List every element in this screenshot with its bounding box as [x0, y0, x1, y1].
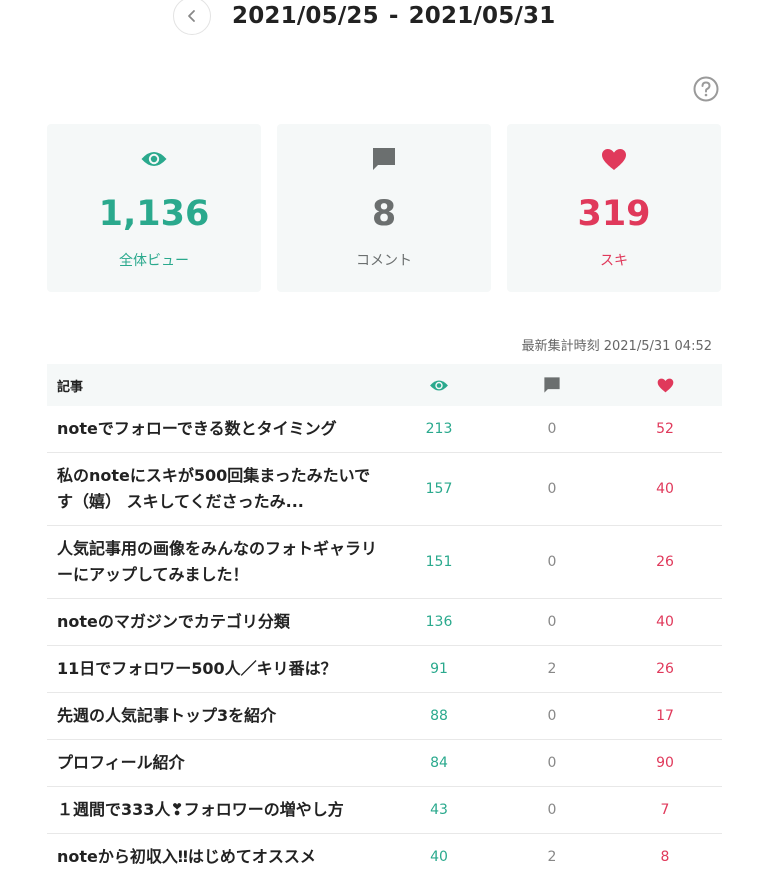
row-comments: 0: [547, 755, 557, 771]
likes-label: スキ: [600, 253, 628, 269]
row-likes: 52: [656, 421, 674, 437]
row-views: 84: [430, 755, 448, 771]
table-header: 記事: [47, 364, 722, 406]
table-row: noteのマガジンでカテゴリ分類 136 0 40: [47, 599, 722, 646]
row-views: 157: [425, 481, 453, 497]
views-card: 1,136 全体ビュー: [47, 124, 261, 292]
row-likes: 26: [656, 661, 674, 677]
help-button[interactable]: [693, 76, 719, 102]
article-title-link[interactable]: １週間で333人❣フォロワーの増やし方: [57, 797, 382, 823]
article-title-link[interactable]: noteから初収入‼はじめてオススメ: [57, 844, 382, 870]
row-comments: 0: [547, 481, 557, 497]
help-icon: [693, 76, 719, 102]
article-title-link[interactable]: noteのマガジンでカテゴリ分類: [57, 609, 382, 635]
table-row: 私のnoteにスキが500回集まったみたいです（嬉） スキしてくださったみ...…: [47, 453, 722, 526]
heart-icon: [602, 148, 626, 170]
comment-icon: [544, 377, 560, 393]
row-comments: 0: [547, 708, 557, 724]
table-row: noteでフォローできる数とタイミング 213 0 52: [47, 406, 722, 453]
table-row: １週間で333人❣フォロワーの増やし方 43 0 7: [47, 787, 722, 834]
article-title-link[interactable]: 先週の人気記事トップ3を紹介: [57, 703, 382, 729]
row-views: 88: [430, 708, 448, 724]
date-header: 2021/05/25-2021/05/31: [0, 0, 767, 40]
table-row: noteから初収入‼はじめてオススメ 40 2 8: [47, 834, 722, 879]
article-stats-table: 記事 noteでフォローできる数とタイミング 213 0 52 私のnoteにス…: [47, 364, 722, 879]
row-views: 91: [430, 661, 448, 677]
start-date: 2021/05/25: [232, 3, 379, 29]
article-column-header: 記事: [57, 380, 84, 395]
views-total: 1,136: [98, 194, 210, 234]
comments-card: 8 コメント: [277, 124, 491, 292]
article-title-link[interactable]: noteでフォローできる数とタイミング: [57, 416, 382, 442]
row-likes: 40: [656, 614, 674, 630]
row-likes: 26: [656, 554, 674, 570]
row-comments: 0: [547, 614, 557, 630]
article-title-link[interactable]: 人気記事用の画像をみんなのフォトギャラリーにアップしてみました！: [57, 536, 382, 588]
article-title-link[interactable]: 11日でフォロワー500人／キリ番は？: [57, 656, 382, 682]
row-comments: 2: [547, 661, 557, 677]
table-row: 先週の人気記事トップ3を紹介 88 0 17: [47, 693, 722, 740]
heart-icon: [657, 378, 673, 392]
article-title-link[interactable]: 私のnoteにスキが500回集まったみたいです（嬉） スキしてくださったみ...: [57, 463, 382, 515]
date-separator: -: [388, 3, 399, 29]
chevron-left-icon: [188, 10, 195, 22]
eye-icon: [141, 152, 167, 166]
row-views: 151: [425, 554, 453, 570]
date-range: 2021/05/25-2021/05/31: [232, 3, 555, 29]
comments-total: 8: [371, 194, 397, 234]
table-row: 11日でフォロワー500人／キリ番は？ 91 2 26: [47, 646, 722, 693]
table-row: 人気記事用の画像をみんなのフォトギャラリーにアップしてみました！ 151 0 2…: [47, 526, 722, 599]
row-comments: 0: [547, 421, 557, 437]
previous-period-button[interactable]: [173, 0, 211, 35]
likes-total: 319: [577, 194, 651, 234]
row-likes: 8: [660, 849, 670, 865]
end-date: 2021/05/31: [408, 3, 556, 29]
row-comments: 2: [547, 849, 557, 865]
row-views: 136: [425, 614, 453, 630]
row-views: 40: [430, 849, 448, 865]
eye-icon: [430, 380, 448, 390]
likes-card: 319 スキ: [507, 124, 721, 292]
comments-label: コメント: [356, 253, 412, 269]
row-comments: 0: [547, 554, 557, 570]
table-row: プロフィール紹介 84 0 90: [47, 740, 722, 787]
article-title-link[interactable]: プロフィール紹介: [57, 750, 382, 776]
row-views: 43: [430, 802, 448, 818]
row-views: 213: [425, 421, 453, 437]
row-likes: 17: [656, 708, 674, 724]
row-likes: 40: [656, 481, 674, 497]
row-comments: 0: [547, 802, 557, 818]
last-updated-time: 最新集計時刻 2021/5/31 04:52: [521, 339, 712, 354]
comment-icon: [373, 148, 395, 170]
row-likes: 90: [656, 755, 674, 771]
views-label: 全体ビュー: [119, 253, 189, 269]
row-likes: 7: [660, 802, 670, 818]
summary-cards: 1,136 全体ビュー 8 コメント 319 スキ: [47, 124, 722, 292]
